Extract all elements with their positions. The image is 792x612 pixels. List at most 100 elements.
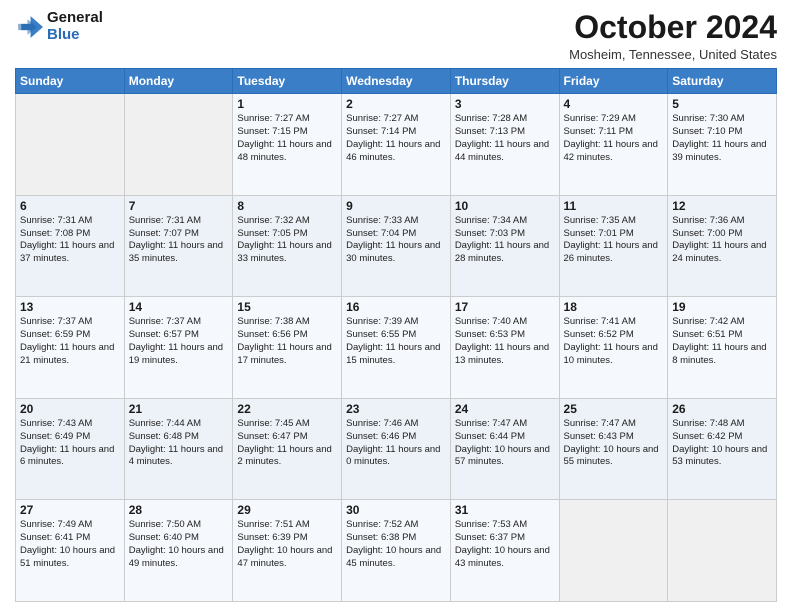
day-number: 25 — [564, 402, 664, 416]
day-number: 4 — [564, 97, 664, 111]
day-cell: 6 Sunrise: 7:31 AMSunset: 7:08 PMDaylight… — [16, 195, 125, 297]
day-info: Sunrise: 7:45 AMSunset: 6:47 PMDaylight:… — [237, 418, 337, 469]
day-cell: 27Sunrise: 7:49 AMSunset: 6:41 PMDayligh… — [16, 500, 125, 602]
day-info: Sunrise: 7:50 AMSunset: 6:40 PMDaylight:… — [129, 519, 229, 570]
day-cell: 20 Sunrise: 7:43 AMSunset: 6:49 PMDayligh… — [16, 398, 125, 500]
day-number: 15 — [237, 300, 337, 314]
day-info: Sunrise: 7:35 AMSunset: 7:01 PMDaylight:… — [564, 215, 664, 266]
week-row-4: 20 Sunrise: 7:43 AMSunset: 6:49 PMDayligh… — [16, 398, 777, 500]
day-info: Sunrise: 7:30 AMSunset: 7:10 PMDaylight:… — [672, 113, 772, 164]
day-number: 24 — [455, 402, 555, 416]
month-title: October 2024 — [569, 10, 777, 45]
column-header-saturday: Saturday — [668, 69, 777, 94]
column-header-monday: Monday — [124, 69, 233, 94]
day-info: Sunrise: 7:34 AMSunset: 7:03 PMDaylight:… — [455, 215, 555, 266]
day-info: Sunrise: 7:46 AMSunset: 6:46 PMDaylight:… — [346, 418, 446, 469]
week-row-1: 1Sunrise: 7:27 AMSunset: 7:15 PMDaylight… — [16, 94, 777, 196]
day-cell: 19 Sunrise: 7:42 AMSunset: 6:51 PMDayligh… — [668, 297, 777, 399]
logo-icon — [15, 13, 43, 41]
day-cell: 11 Sunrise: 7:35 AMSunset: 7:01 PMDayligh… — [559, 195, 668, 297]
logo-line2: Blue — [47, 27, 103, 44]
day-number: 12 — [672, 199, 772, 213]
day-info: Sunrise: 7:41 AMSunset: 6:52 PMDaylight:… — [564, 316, 664, 367]
day-number: 11 — [564, 199, 664, 213]
day-info: Sunrise: 7:38 AMSunset: 6:56 PMDaylight:… — [237, 316, 337, 367]
day-cell: 4 Sunrise: 7:29 AMSunset: 7:11 PMDaylight… — [559, 94, 668, 196]
day-cell: 10 Sunrise: 7:34 AMSunset: 7:03 PMDayligh… — [450, 195, 559, 297]
day-cell: 21Sunrise: 7:44 AMSunset: 6:48 PMDayligh… — [124, 398, 233, 500]
week-row-5: 27Sunrise: 7:49 AMSunset: 6:41 PMDayligh… — [16, 500, 777, 602]
day-cell: 13 Sunrise: 7:37 AMSunset: 6:59 PMDayligh… — [16, 297, 125, 399]
day-number: 14 — [129, 300, 229, 314]
day-number: 29 — [237, 503, 337, 517]
day-info: Sunrise: 7:33 AMSunset: 7:04 PMDaylight:… — [346, 215, 446, 266]
day-number: 30 — [346, 503, 446, 517]
header-row: SundayMondayTuesdayWednesdayThursdayFrid… — [16, 69, 777, 94]
header: General Blue October 2024 Mosheim, Tenne… — [15, 10, 777, 62]
day-cell: 8Sunrise: 7:32 AMSunset: 7:05 PMDaylight… — [233, 195, 342, 297]
day-cell: 17Sunrise: 7:40 AMSunset: 6:53 PMDayligh… — [450, 297, 559, 399]
day-number: 21 — [129, 402, 229, 416]
day-info: Sunrise: 7:37 AMSunset: 6:57 PMDaylight:… — [129, 316, 229, 367]
day-info: Sunrise: 7:48 AMSunset: 6:42 PMDaylight:… — [672, 418, 772, 469]
day-number: 19 — [672, 300, 772, 314]
day-number: 20 — [20, 402, 120, 416]
logo-line1: General — [47, 10, 103, 27]
day-info: Sunrise: 7:39 AMSunset: 6:55 PMDaylight:… — [346, 316, 446, 367]
day-number: 10 — [455, 199, 555, 213]
day-number: 26 — [672, 402, 772, 416]
day-cell: 23 Sunrise: 7:46 AMSunset: 6:46 PMDayligh… — [342, 398, 451, 500]
day-info: Sunrise: 7:31 AMSunset: 7:08 PMDaylight:… — [20, 215, 120, 266]
day-cell: 9 Sunrise: 7:33 AMSunset: 7:04 PMDaylight… — [342, 195, 451, 297]
day-cell — [124, 94, 233, 196]
day-cell: 12Sunrise: 7:36 AMSunset: 7:00 PMDayligh… — [668, 195, 777, 297]
column-header-wednesday: Wednesday — [342, 69, 451, 94]
column-header-friday: Friday — [559, 69, 668, 94]
day-cell: 26 Sunrise: 7:48 AMSunset: 6:42 PMDayligh… — [668, 398, 777, 500]
day-info: Sunrise: 7:40 AMSunset: 6:53 PMDaylight:… — [455, 316, 555, 367]
column-header-sunday: Sunday — [16, 69, 125, 94]
column-header-thursday: Thursday — [450, 69, 559, 94]
day-number: 28 — [129, 503, 229, 517]
day-info: Sunrise: 7:47 AMSunset: 6:43 PMDaylight:… — [564, 418, 664, 469]
day-cell: 30Sunrise: 7:52 AMSunset: 6:38 PMDayligh… — [342, 500, 451, 602]
day-number: 18 — [564, 300, 664, 314]
day-number: 2 — [346, 97, 446, 111]
day-info: Sunrise: 7:31 AMSunset: 7:07 PMDaylight:… — [129, 215, 229, 266]
day-info: Sunrise: 7:51 AMSunset: 6:39 PMDaylight:… — [237, 519, 337, 570]
day-number: 6 — [20, 199, 120, 213]
day-number: 7 — [129, 199, 229, 213]
day-cell: 18 Sunrise: 7:41 AMSunset: 6:52 PMDayligh… — [559, 297, 668, 399]
day-info: Sunrise: 7:53 AMSunset: 6:37 PMDaylight:… — [455, 519, 555, 570]
day-info: Sunrise: 7:28 AMSunset: 7:13 PMDaylight:… — [455, 113, 555, 164]
day-info: Sunrise: 7:42 AMSunset: 6:51 PMDaylight:… — [672, 316, 772, 367]
day-number: 9 — [346, 199, 446, 213]
day-cell: 7 Sunrise: 7:31 AMSunset: 7:07 PMDaylight… — [124, 195, 233, 297]
day-info: Sunrise: 7:37 AMSunset: 6:59 PMDaylight:… — [20, 316, 120, 367]
day-number: 23 — [346, 402, 446, 416]
day-cell — [16, 94, 125, 196]
day-cell: 22 Sunrise: 7:45 AMSunset: 6:47 PMDayligh… — [233, 398, 342, 500]
day-number: 16 — [346, 300, 446, 314]
day-info: Sunrise: 7:43 AMSunset: 6:49 PMDaylight:… — [20, 418, 120, 469]
day-info: Sunrise: 7:27 AMSunset: 7:15 PMDaylight:… — [237, 113, 337, 164]
day-number: 5 — [672, 97, 772, 111]
day-cell: 2Sunrise: 7:27 AMSunset: 7:14 PMDaylight… — [342, 94, 451, 196]
location: Mosheim, Tennessee, United States — [569, 47, 777, 62]
day-info: Sunrise: 7:29 AMSunset: 7:11 PMDaylight:… — [564, 113, 664, 164]
calendar-table: SundayMondayTuesdayWednesdayThursdayFrid… — [15, 68, 777, 602]
day-cell: 14 Sunrise: 7:37 AMSunset: 6:57 PMDayligh… — [124, 297, 233, 399]
day-number: 22 — [237, 402, 337, 416]
week-row-2: 6 Sunrise: 7:31 AMSunset: 7:08 PMDaylight… — [16, 195, 777, 297]
day-info: Sunrise: 7:49 AMSunset: 6:41 PMDaylight:… — [20, 519, 120, 570]
page: General Blue October 2024 Mosheim, Tenne… — [0, 0, 792, 612]
day-cell: 15 Sunrise: 7:38 AMSunset: 6:56 PMDayligh… — [233, 297, 342, 399]
day-cell: 1Sunrise: 7:27 AMSunset: 7:15 PMDaylight… — [233, 94, 342, 196]
day-cell: 29 Sunrise: 7:51 AMSunset: 6:39 PMDayligh… — [233, 500, 342, 602]
day-cell: 28 Sunrise: 7:50 AMSunset: 6:40 PMDayligh… — [124, 500, 233, 602]
column-header-tuesday: Tuesday — [233, 69, 342, 94]
day-cell — [559, 500, 668, 602]
logo: General Blue — [15, 10, 103, 43]
day-number: 13 — [20, 300, 120, 314]
day-cell: 25 Sunrise: 7:47 AMSunset: 6:43 PMDayligh… — [559, 398, 668, 500]
